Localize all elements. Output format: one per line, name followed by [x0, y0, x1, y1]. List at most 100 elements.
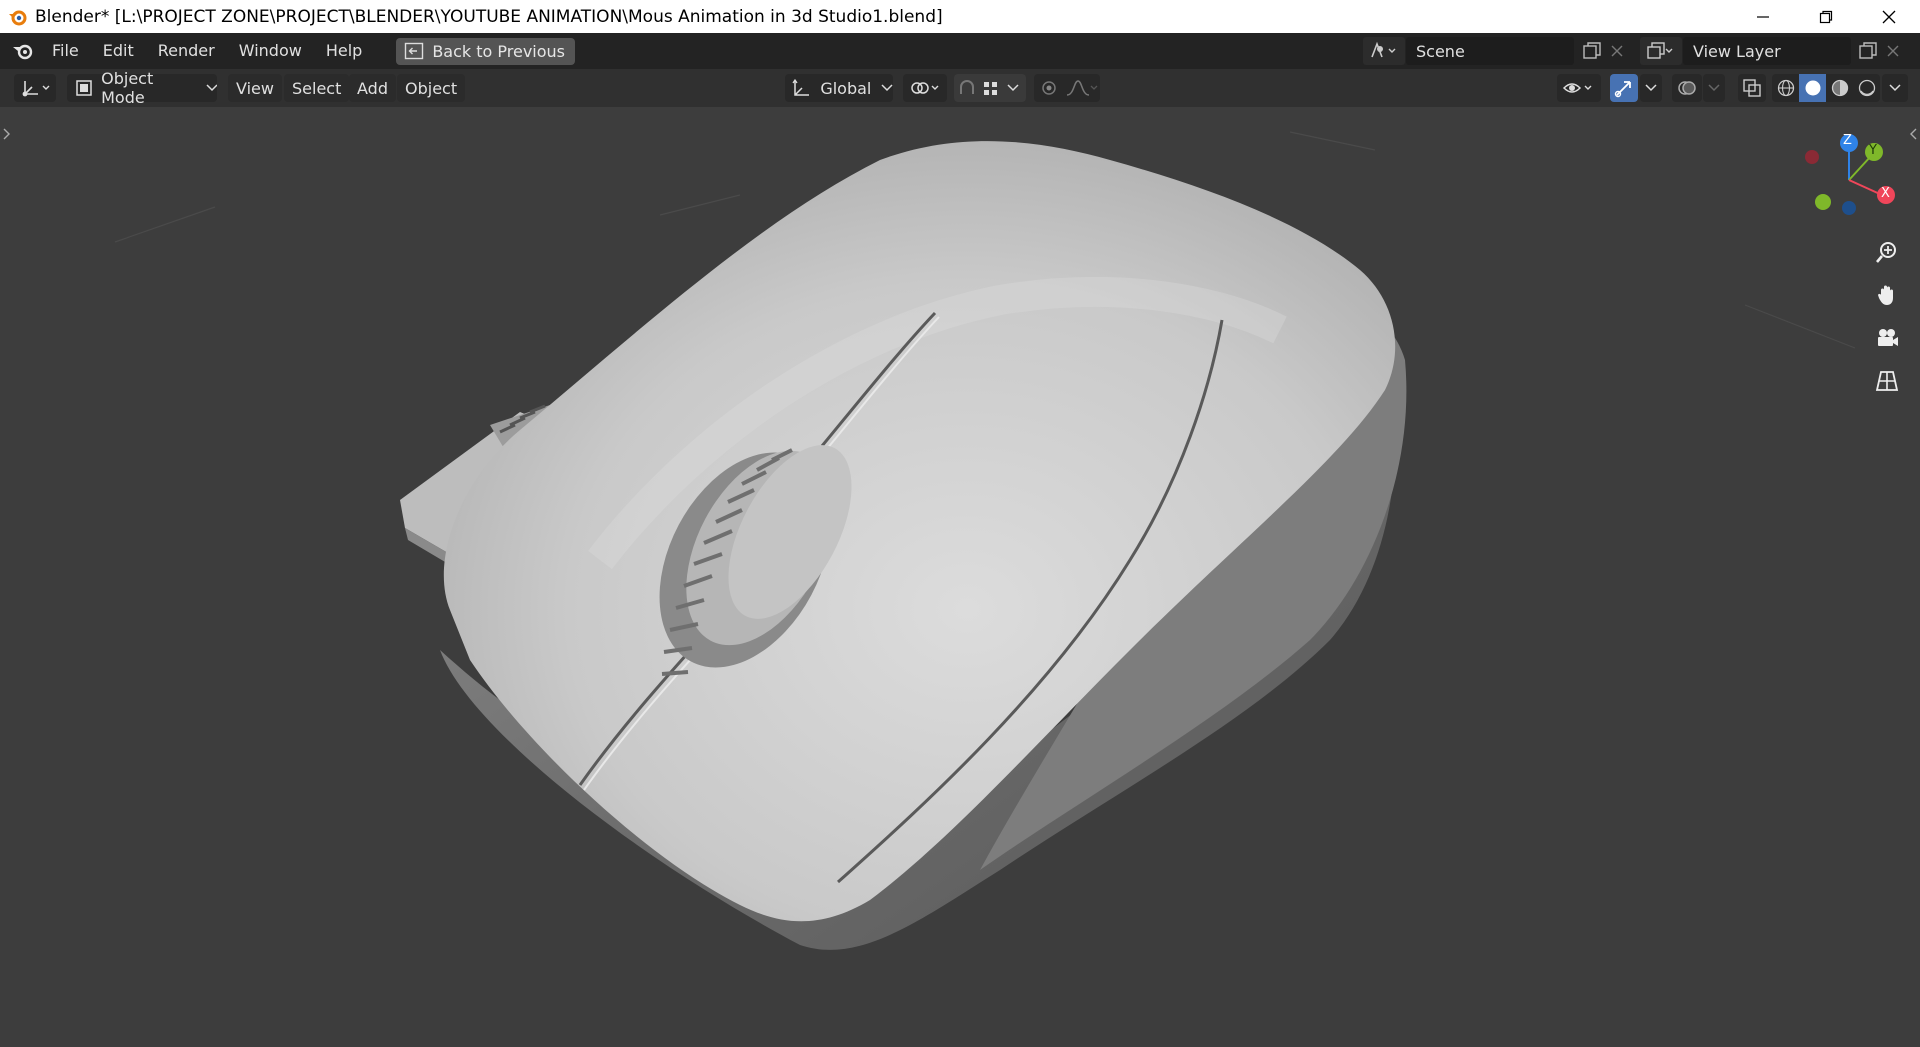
zoom-icon: [1876, 242, 1896, 263]
scene-browse-button[interactable]: [1363, 37, 1405, 65]
duplicate-icon: [1583, 42, 1601, 59]
material-preview-button[interactable]: [1826, 74, 1853, 102]
close-icon: [1611, 45, 1623, 57]
menu-window[interactable]: Window: [227, 33, 314, 69]
menu-select[interactable]: Select: [284, 74, 350, 102]
x-axis-label: X: [1881, 186, 1890, 201]
new-view-layer-button[interactable]: [1854, 37, 1882, 65]
camera-icon: [1878, 329, 1898, 346]
delete-scene-button[interactable]: [1606, 37, 1628, 65]
new-scene-button[interactable]: [1578, 37, 1606, 65]
top-menu-bar: File Edit Render Window Help Back to Pre…: [0, 33, 1920, 69]
menu-file[interactable]: File: [40, 33, 91, 69]
snap-increment-icon[interactable]: [980, 78, 1006, 98]
editor-type-button[interactable]: [14, 74, 56, 102]
back-to-previous-button[interactable]: Back to Previous: [396, 37, 576, 65]
restore-button[interactable]: [1794, 0, 1857, 33]
scene-name-field[interactable]: Scene: [1406, 37, 1574, 65]
chevron-down-icon: [1645, 84, 1657, 92]
transform-orientation-dropdown[interactable]: Global: [785, 74, 893, 102]
menu-object[interactable]: Object: [397, 74, 466, 102]
minimize-button[interactable]: [1731, 0, 1794, 33]
menu-help[interactable]: Help: [314, 33, 374, 69]
restore-icon: [1819, 10, 1832, 23]
3d-viewport[interactable]: Z Y X: [0, 107, 1920, 1047]
wireframe-shading-icon: [1777, 79, 1794, 97]
z-axis-label: Z: [1843, 133, 1852, 148]
toolbar-expand-icon[interactable]: [2, 127, 12, 141]
zoom-button[interactable]: [1869, 234, 1905, 270]
overlays-icon: [1678, 81, 1696, 95]
y-axis-label: Y: [1869, 143, 1877, 158]
perspective-toggle-button[interactable]: [1869, 363, 1905, 399]
gizmo-icon: [1614, 81, 1631, 98]
wireframe-shading-button[interactable]: [1772, 74, 1799, 102]
eye-icon: [1562, 83, 1592, 93]
falloff-curve-icon[interactable]: [1064, 78, 1098, 98]
pan-button[interactable]: [1869, 277, 1905, 313]
menu-render[interactable]: Render: [146, 33, 227, 69]
menu-view[interactable]: View: [228, 74, 282, 102]
object-mode-icon: [76, 80, 92, 96]
xray-toggle[interactable]: [1738, 74, 1766, 102]
scene-name: Scene: [1416, 41, 1465, 61]
editor-type-icon: [22, 81, 50, 97]
back-to-previous-label: Back to Previous: [432, 41, 566, 61]
chevron-down-icon: [1889, 84, 1901, 92]
grid-icon: [1875, 371, 1899, 391]
shading-mode-group: [1772, 74, 1880, 102]
window-title: Blender* [L:\PROJECT ZONE\PROJECT\BLENDE…: [35, 6, 943, 27]
chevron-down-icon: [881, 84, 893, 92]
rendered-shading-icon: [1858, 79, 1875, 97]
solid-shading-icon: [1805, 80, 1820, 96]
snap-group: [954, 74, 1026, 102]
neg-y-axis-dot[interactable]: [1815, 194, 1831, 210]
view-layer-browse-button[interactable]: [1640, 37, 1682, 65]
duplicate-icon: [1859, 42, 1877, 59]
gizmo-toggle[interactable]: [1610, 74, 1638, 102]
chevron-down-icon: [1708, 84, 1720, 92]
chevron-down-icon[interactable]: [1006, 83, 1020, 93]
overlays-toggle[interactable]: [1672, 74, 1702, 102]
close-icon: [1882, 10, 1895, 23]
proportional-editing-icon[interactable]: [1034, 78, 1064, 98]
sidebar-expand-icon[interactable]: [1908, 127, 1918, 141]
blender-menu-icon[interactable]: [0, 33, 40, 69]
proportional-editing-group: [1034, 74, 1100, 102]
xray-icon: [1743, 79, 1761, 97]
material-preview-icon: [1831, 79, 1848, 97]
scene-icon: [1371, 41, 1396, 58]
close-icon: [1887, 45, 1899, 57]
neg-z-axis-dot[interactable]: [1842, 201, 1856, 215]
blender-logo-icon: [9, 10, 27, 25]
view-layer-name: View Layer: [1693, 41, 1781, 61]
snap-toggle-icon[interactable]: [954, 78, 980, 98]
solid-shading-button[interactable]: [1799, 74, 1826, 102]
viewport-header: Object Mode View Select Add Object Globa…: [0, 69, 1920, 107]
minimize-icon: [1756, 15, 1769, 18]
gizmo-dropdown[interactable]: [1640, 74, 1662, 102]
camera-view-button[interactable]: [1869, 320, 1905, 356]
close-button[interactable]: [1857, 0, 1920, 33]
shading-dropdown[interactable]: [1882, 74, 1908, 102]
rendered-shading-button[interactable]: [1853, 74, 1880, 102]
delete-view-layer-button[interactable]: [1882, 37, 1904, 65]
window-titlebar: Blender* [L:\PROJECT ZONE\PROJECT\BLENDE…: [0, 0, 1920, 33]
visibility-dropdown[interactable]: [1557, 74, 1601, 102]
pivot-point-dropdown[interactable]: [903, 74, 947, 102]
back-icon: [405, 42, 424, 60]
mode-label: Object Mode: [101, 69, 154, 107]
viewport-scene: [114, 131, 1895, 950]
view-layer-icon: [1647, 42, 1673, 59]
menu-add[interactable]: Add: [349, 74, 396, 102]
view-layer-name-field[interactable]: View Layer: [1683, 37, 1851, 65]
mode-dropdown[interactable]: Object Mode: [67, 69, 217, 107]
orientation-label: Global: [820, 78, 872, 98]
orientation-icon: [792, 78, 809, 96]
neg-x-axis-dot[interactable]: [1805, 150, 1819, 164]
overlays-dropdown[interactable]: [1703, 74, 1725, 102]
chevron-down-icon: [205, 84, 217, 92]
menu-edit[interactable]: Edit: [91, 33, 146, 69]
pivot-icon: [911, 82, 939, 94]
hand-icon: [1878, 285, 1893, 305]
